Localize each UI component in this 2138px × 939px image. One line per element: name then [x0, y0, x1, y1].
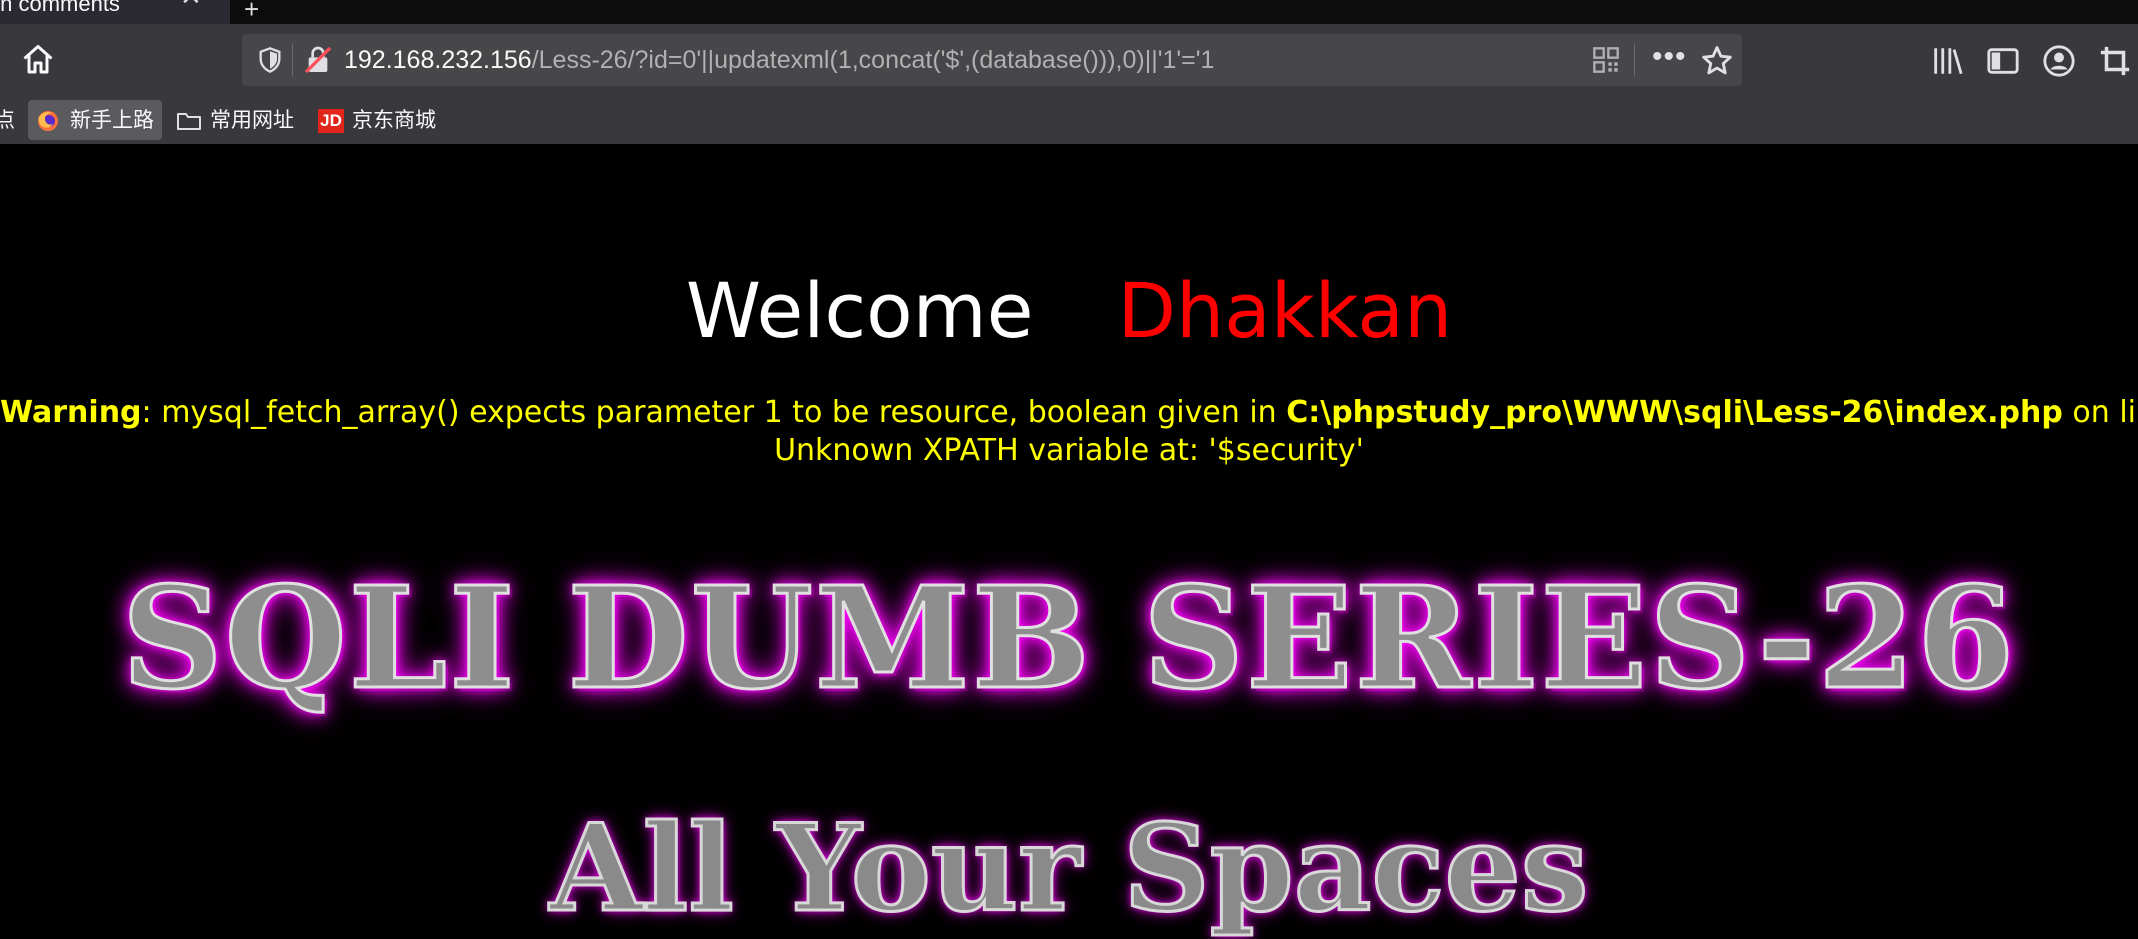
bookmark-label: 常用网址 — [210, 108, 294, 132]
bookmark-item-jd[interactable]: JD 京东商城 — [318, 100, 446, 140]
url-host: 192.168.232.156 — [344, 46, 532, 74]
bookmark-item-partial[interactable]: 点 — [0, 100, 20, 140]
folder-icon — [177, 113, 201, 130]
tab-strip: th comments ✕ + — [0, 0, 2138, 24]
series-banner-subtitle: All Your Spaces — [548, 797, 1590, 939]
user-name: Dhakkan — [1117, 266, 1453, 355]
library-icon[interactable] — [1930, 44, 1964, 78]
bookmark-label: 京东商城 — [352, 108, 436, 132]
address-separator-2 — [1634, 44, 1635, 76]
series-banner-title: SQLI DUMB SERIES-26 — [120, 557, 2017, 721]
tab-active[interactable]: th comments ✕ — [0, 0, 230, 24]
new-tab-icon[interactable]: + — [244, 0, 259, 25]
screenshot-crop-icon[interactable] — [2098, 44, 2132, 78]
jd-icon: JD — [318, 109, 344, 133]
bookmark-folder-common-sites[interactable]: 常用网址 — [176, 100, 300, 140]
xpath-error: Unknown XPATH variable at: '$security' — [774, 433, 1364, 468]
bookmark-label: 新手上路 — [70, 108, 154, 132]
url-path: /Less-26/?id=0'||updatexml(1,concat('$',… — [531, 46, 1215, 74]
qr-code-icon[interactable] — [1592, 46, 1620, 74]
warning-file: C:\phpstudy_pro\WWW\sqli\Less-26\index.p… — [1286, 395, 2063, 430]
bookmark-label: 点 — [0, 108, 15, 132]
account-icon[interactable] — [2042, 44, 2076, 78]
page-actions-more-icon[interactable]: ••• — [1652, 34, 1687, 86]
navigation-toolbar: 192.168.232.156/Less-26/?id=0'||updatexm… — [0, 24, 2138, 96]
warning-text: : mysql_fetch_array() expects parameter … — [141, 395, 1287, 430]
welcome-heading: Welcome Dhakkan — [0, 266, 2138, 356]
url-text[interactable]: 192.168.232.156/Less-26/?id=0'||updatexm… — [344, 34, 1214, 86]
bookmark-star-icon[interactable] — [1700, 44, 1734, 78]
address-separator — [292, 44, 293, 76]
address-bar[interactable]: 192.168.232.156/Less-26/?id=0'||updatexm… — [242, 34, 1742, 86]
firefox-icon — [38, 111, 58, 131]
bookmarks-toolbar: 点 新手上路 常用网址 JD 京东商城 — [0, 96, 2138, 144]
welcome-text: Welcome — [685, 266, 1034, 355]
page-content: Welcome Dhakkan Warning: mysql_fetch_arra… — [0, 144, 2138, 939]
php-warning: Warning: mysql_fetch_array() expects par… — [0, 394, 2138, 470]
tracking-shield-icon[interactable] — [256, 46, 284, 74]
warning-on-line: on line — [2072, 395, 2138, 430]
insecure-lock-icon[interactable] — [302, 44, 334, 76]
warning-label: Warning — [0, 395, 142, 430]
tab-title: th comments — [0, 0, 120, 16]
sidebar-icon[interactable] — [1986, 44, 2020, 78]
bookmark-item-getting-started[interactable]: 新手上路 — [28, 100, 162, 140]
home-icon[interactable] — [20, 42, 56, 78]
